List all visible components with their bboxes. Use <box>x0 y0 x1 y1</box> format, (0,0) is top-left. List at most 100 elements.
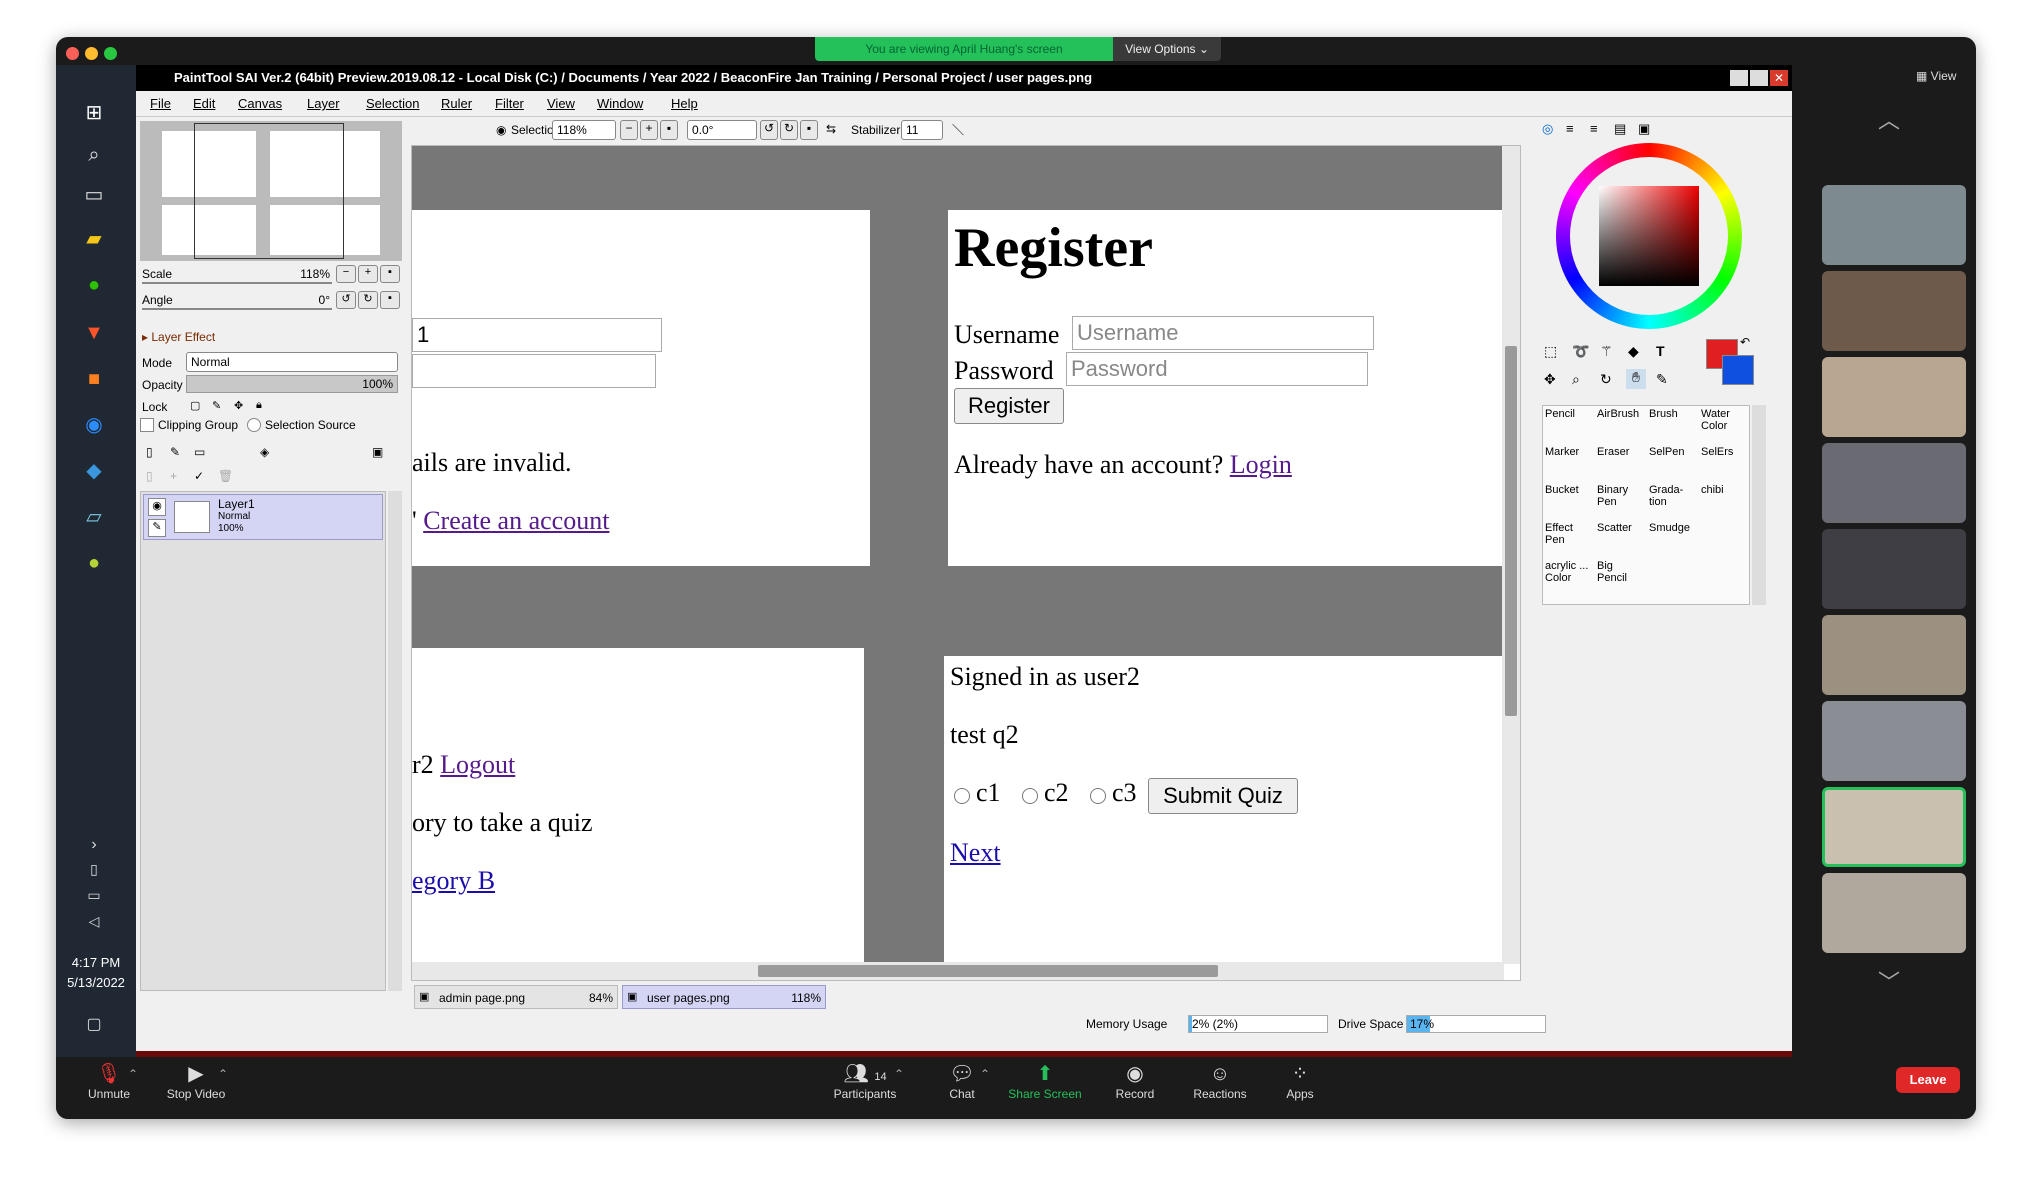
tool-airbrush[interactable]: AirBrush <box>1595 406 1647 444</box>
magic-wand-icon[interactable]: ⚚ <box>1600 343 1613 360</box>
navigator-preview[interactable] <box>140 121 402 261</box>
brave-browser-icon[interactable]: ▼ <box>80 319 108 347</box>
menu-view[interactable]: View <box>547 96 575 111</box>
tool-gradation[interactable]: Grada-tion <box>1647 482 1699 520</box>
drawing-canvas[interactable]: 1 ails are invalid. ' Create an account … <box>411 145 1521 981</box>
swap-colors-icon[interactable]: ↶ <box>1740 335 1750 349</box>
paint-tool-sai-icon[interactable]: ● <box>80 549 108 577</box>
volume-icon[interactable]: ◁ <box>80 907 108 935</box>
rotate-right-button[interactable]: ↻ <box>780 120 798 140</box>
layer-mask-icon[interactable]: ◈ <box>260 445 269 459</box>
clipping-group-checkbox[interactable] <box>140 418 154 432</box>
move-icon[interactable]: ✥ <box>1544 371 1556 388</box>
zoom-tool-icon[interactable]: ⌕ <box>1572 371 1580 388</box>
tool-scatter[interactable]: Scatter <box>1595 520 1647 558</box>
maximize-window-dot[interactable] <box>104 47 117 60</box>
participant-video[interactable] <box>1822 529 1966 609</box>
tool-chibi[interactable]: chibi <box>1699 482 1751 520</box>
record-button[interactable]: ◉ Record <box>1100 1061 1170 1101</box>
participant-video[interactable] <box>1822 271 1966 351</box>
tool-big-pencil[interactable]: Big Pencil <box>1595 558 1647 596</box>
fill-icon[interactable]: ◆ <box>1628 343 1639 360</box>
sai-maximize-button[interactable] <box>1750 70 1768 86</box>
scale-reset-button[interactable]: ▪ <box>380 265 400 283</box>
stabilizer-select[interactable]: 11 <box>901 120 943 140</box>
minimize-window-dot[interactable] <box>85 47 98 60</box>
audio-options-chevron[interactable]: ⌃ <box>128 1067 138 1081</box>
menu-window[interactable]: Window <box>597 96 643 111</box>
scale-plus-button[interactable]: + <box>358 265 378 283</box>
file-tab[interactable]: ▣ admin page.png 84% <box>414 985 618 1009</box>
merge-layer-icon[interactable]: + <box>170 469 177 483</box>
menu-edit[interactable]: Edit <box>193 96 215 111</box>
video-options-chevron[interactable]: ⌃ <box>218 1067 228 1081</box>
close-window-dot[interactable] <box>66 47 79 60</box>
rect-select-icon[interactable]: ⬚ <box>1544 343 1557 360</box>
menu-file[interactable]: File <box>150 96 171 111</box>
new-linework-layer-icon[interactable]: ✎ <box>170 445 180 459</box>
eyedropper-icon[interactable]: ✎ <box>1656 371 1668 388</box>
tool-bucket[interactable]: Bucket <box>1543 482 1595 520</box>
swatches-tab-icon[interactable]: ▤ <box>1614 121 1626 137</box>
delete-layer-icon[interactable]: 🗑︎ <box>218 469 233 483</box>
zoom-reset-button[interactable]: ▪ <box>660 120 678 140</box>
menu-ruler[interactable]: Ruler <box>441 96 472 111</box>
lock-transparency-icon[interactable]: ▢ <box>190 399 200 412</box>
search-icon[interactable]: ⌕ <box>80 141 108 169</box>
tool-brush[interactable]: Brush <box>1647 406 1699 444</box>
lasso-icon[interactable]: ➰ <box>1572 343 1589 360</box>
clear-layer-icon[interactable]: ✓ <box>194 469 204 483</box>
tool-effect-pen[interactable]: Effect Pen <box>1543 520 1595 558</box>
wechat-icon[interactable]: ● <box>80 271 108 299</box>
chevron-down-icon[interactable]: ﹀ <box>1878 965 1900 997</box>
participants-chevron[interactable]: ⌃ <box>894 1067 904 1081</box>
sai-minimize-button[interactable] <box>1730 70 1748 86</box>
canvas-vertical-scrollbar[interactable] <box>1502 146 1520 964</box>
rotate-left-button[interactable]: ↺ <box>760 120 778 140</box>
chevron-up-icon[interactable]: ︿ <box>1878 103 1900 135</box>
reactions-button[interactable]: ☺ Reactions <box>1180 1061 1260 1101</box>
color-wheel-tab-icon[interactable]: ◎ <box>1542 121 1553 137</box>
scale-minus-button[interactable]: − <box>336 265 356 283</box>
line-tool-icon[interactable]: ＼ <box>952 121 964 138</box>
color-wheel[interactable] <box>1556 143 1742 329</box>
tool-pencil[interactable]: Pencil <box>1543 406 1595 444</box>
jetbrains-icon[interactable]: ■ <box>80 365 108 393</box>
opacity-slider[interactable]: 100% <box>186 375 398 393</box>
angle-left-button[interactable]: ↺ <box>336 291 356 309</box>
menu-help[interactable]: Help <box>671 96 698 111</box>
participant-video[interactable] <box>1822 615 1966 695</box>
share-screen-button[interactable]: ⬆ Share Screen <box>1000 1061 1090 1101</box>
menu-canvas[interactable]: Canvas <box>238 96 282 111</box>
zoom-out-button[interactable]: − <box>620 120 638 140</box>
participant-video[interactable] <box>1822 185 1966 265</box>
new-folder-icon[interactable]: ▭ <box>194 445 205 459</box>
flip-icon[interactable]: ⇆ <box>826 122 836 136</box>
scale-slider[interactable] <box>142 282 332 284</box>
menu-layer[interactable]: Layer <box>307 96 340 111</box>
menu-filter[interactable]: Filter <box>495 96 524 111</box>
new-layer-icon[interactable]: ▯ <box>146 445 153 459</box>
view-options-button[interactable]: View Options ⌄ <box>1113 37 1221 61</box>
secondary-color-swatch[interactable] <box>1722 355 1754 385</box>
mode-select[interactable]: Normal <box>186 352 398 372</box>
tool-smudge[interactable]: Smudge <box>1647 520 1699 558</box>
tool-marker[interactable]: Marker <box>1543 444 1595 482</box>
task-view-icon[interactable]: ▭ <box>80 181 108 209</box>
rotate-tool-icon[interactable]: ↻ <box>1600 371 1612 388</box>
menu-selection[interactable]: Selection <box>366 96 419 111</box>
layer-edit-icon[interactable]: ✎ <box>148 519 166 537</box>
hand-icon[interactable]: ✋︎ <box>1626 369 1646 389</box>
layer-visibility-icon[interactable]: ◉ <box>148 498 166 516</box>
horizontal-scroll-thumb[interactable] <box>758 965 1218 977</box>
copy-layer-icon[interactable]: ▯ <box>146 469 153 483</box>
rotate-reset-button[interactable]: ▪ <box>800 120 818 140</box>
tool-eraser[interactable]: Eraser <box>1595 444 1647 482</box>
lock-paint-icon[interactable]: ✎ <box>212 399 221 412</box>
angle-reset-button[interactable]: ▪ <box>380 291 400 309</box>
notification-icon[interactable]: ▢ <box>80 1011 108 1039</box>
participant-video[interactable] <box>1822 701 1966 781</box>
participant-video[interactable] <box>1822 873 1966 953</box>
file-explorer-icon[interactable]: ▰ <box>80 225 108 253</box>
eraser-app-icon[interactable]: ▱ <box>80 503 108 531</box>
